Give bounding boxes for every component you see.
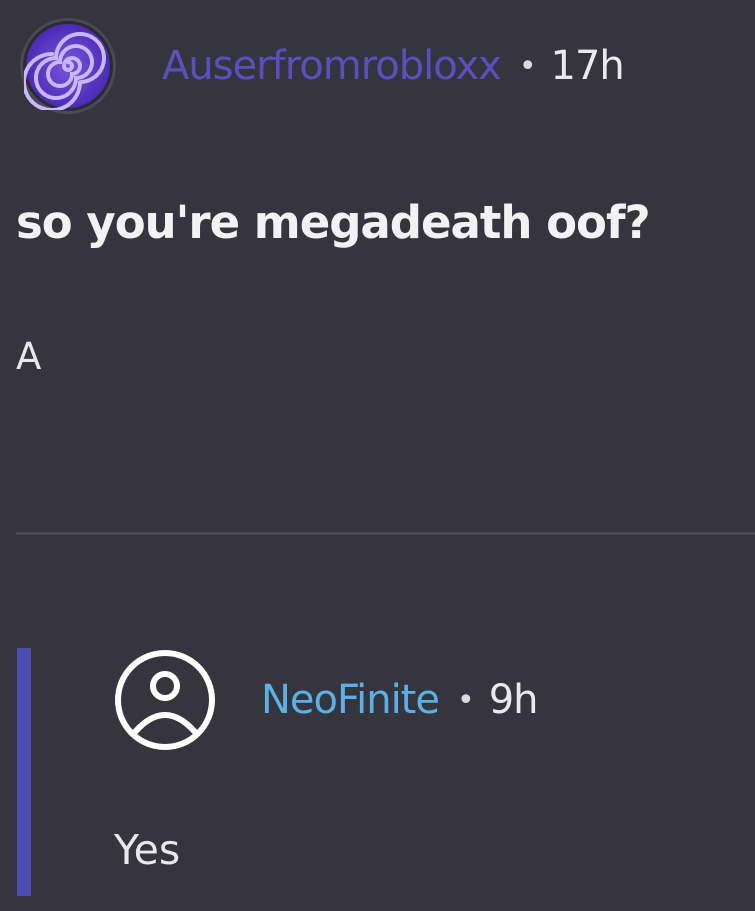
- post-timestamp: 17h: [550, 43, 625, 89]
- separator-dot: •: [456, 682, 475, 718]
- reply-author-link[interactable]: NeoFinite: [261, 677, 440, 723]
- divider: [16, 532, 755, 535]
- post-body: A: [16, 335, 42, 378]
- default-user-icon[interactable]: [113, 648, 217, 752]
- spiral-avatar-icon[interactable]: [20, 18, 116, 114]
- comment-thread: Auserfromrobloxx • 17h so you're megadea…: [0, 0, 755, 911]
- separator-dot: •: [518, 48, 537, 84]
- post-header: Auserfromrobloxx • 17h: [20, 16, 625, 116]
- reply-thread-bar[interactable]: [17, 648, 31, 896]
- reply-header: NeoFinite • 9h: [113, 648, 538, 752]
- reply-body: Yes: [114, 826, 181, 874]
- post-author-link[interactable]: Auserfromrobloxx: [162, 43, 502, 89]
- post-title: so you're megadeath oof?: [16, 196, 651, 249]
- reply-timestamp: 9h: [488, 677, 539, 723]
